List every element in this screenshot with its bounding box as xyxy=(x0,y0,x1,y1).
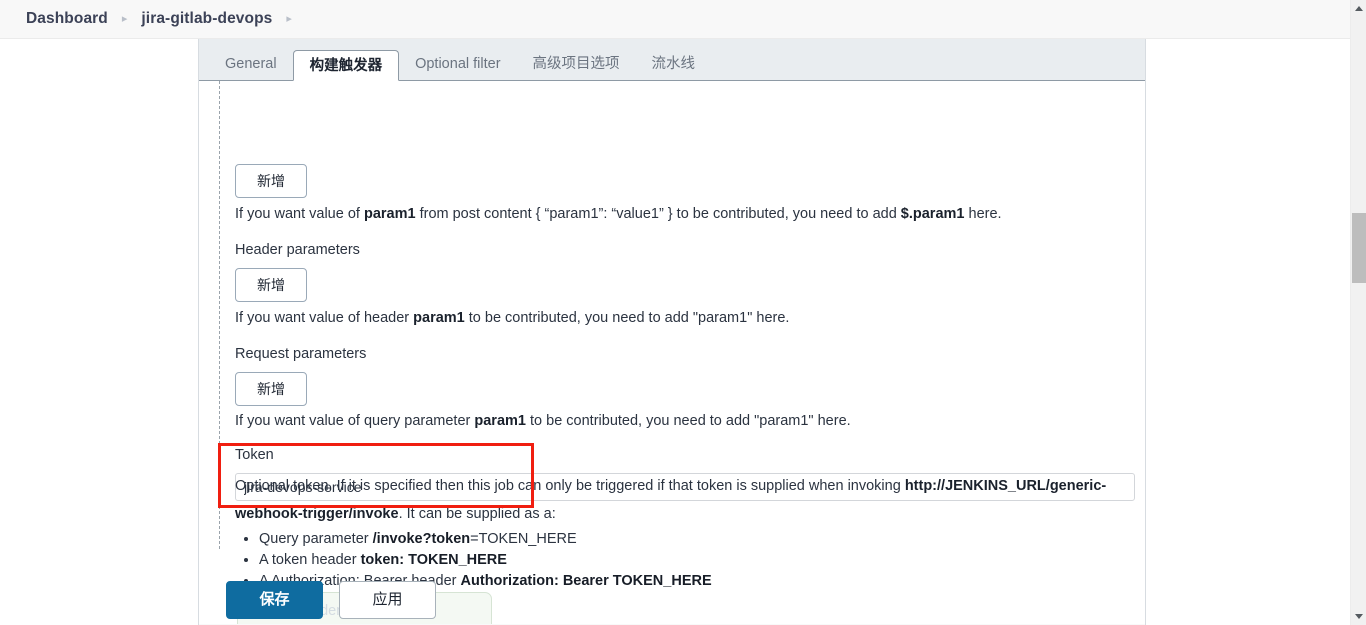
config-tab-bar: General 构建触发器 Optional filter 高级项目选项 流水线 xyxy=(199,39,1145,81)
request-hint-end: to be contributed, you need to add "para… xyxy=(525,413,851,429)
add-post-content-parameter-button[interactable]: 新增 xyxy=(235,164,307,198)
hint-param-bold: param1 xyxy=(363,206,416,222)
request-hint-bold: param1 xyxy=(474,413,526,429)
header-parameters-label: Header parameters xyxy=(235,242,360,258)
tab-build-triggers[interactable]: 构建触发器 xyxy=(292,50,400,81)
token-description-line2: webhook-trigger/invoke. It can be suppli… xyxy=(235,504,1145,525)
request-parameters-add-row: 新增 xyxy=(235,372,307,406)
bullet-1-post: =TOKEN_HERE xyxy=(470,531,577,547)
header-hint-pre: If you want value of header xyxy=(235,310,414,326)
form-action-bar: 保存 应用 xyxy=(199,567,1145,624)
token-desc-url-part2: webhook-trigger/invoke xyxy=(235,506,399,523)
page-root: Dashboard ▸ jira-gitlab-devops ▸ General… xyxy=(0,0,1366,625)
job-configuration-card: General 构建触发器 Optional filter 高级项目选项 流水线… xyxy=(198,39,1146,625)
tab-pipeline[interactable]: 流水线 xyxy=(636,49,712,80)
token-description: Optional token. If it is specified then … xyxy=(235,476,1145,532)
request-parameters-label-row: Request parameters xyxy=(235,345,366,363)
add-header-parameter-button[interactable]: 新增 xyxy=(235,268,307,302)
hint-mid-text: from post content { “param1”: “value1” }… xyxy=(415,206,901,222)
request-parameters-hint: If you want value of query parameter par… xyxy=(235,411,851,432)
header-parameters-hint: If you want value of header param1 to be… xyxy=(235,308,789,329)
token-desc-end: . It can be supplied as a: xyxy=(398,506,556,523)
token-desc-url-part1: http://JENKINS_URL/generic- xyxy=(904,478,1107,494)
scroll-up-arrow-icon[interactable] xyxy=(1355,6,1363,11)
list-item: Query parameter /invoke?token=TOKEN_HERE xyxy=(259,529,712,550)
token-description-line1: Optional token. If it is specified then … xyxy=(235,476,1145,497)
scrollbar-thumb[interactable] xyxy=(1352,213,1366,283)
section-guide-line xyxy=(219,81,220,549)
tab-general[interactable]: General xyxy=(209,49,293,80)
apply-button[interactable]: 应用 xyxy=(339,581,436,619)
post-content-hint: If you want value of param1 from post co… xyxy=(235,204,1002,225)
tab-advanced-project-options[interactable]: 高级项目选项 xyxy=(517,49,636,80)
bullet-1-bold: /invoke?token xyxy=(372,531,471,547)
header-hint-end: to be contributed, you need to add "para… xyxy=(464,310,790,326)
header-hint-text: If you want value of header param1 to be… xyxy=(235,308,789,329)
chevron-right-icon-2: ▸ xyxy=(286,12,292,25)
request-parameters-label: Request parameters xyxy=(235,346,367,362)
request-hint-text: If you want value of query parameter par… xyxy=(235,411,851,432)
token-desc-pre: Optional token. If it is specified then … xyxy=(235,478,905,494)
scroll-down-arrow-icon[interactable] xyxy=(1355,614,1363,619)
post-content-add-row: 新增 xyxy=(235,164,307,198)
bullet-2-pre: A token header xyxy=(259,552,361,568)
request-hint-pre: If you want value of query parameter xyxy=(235,413,475,429)
save-button[interactable]: 保存 xyxy=(226,581,323,619)
token-label: Token xyxy=(235,447,274,463)
header-parameters-add-row: 新增 xyxy=(235,268,307,302)
breadcrumb-item-dashboard[interactable]: Dashboard xyxy=(26,10,108,28)
header-hint-bold: param1 xyxy=(413,310,465,326)
config-form-body: 新增 If you want value of param1 from post… xyxy=(199,81,1145,624)
post-content-hint-text: If you want value of param1 from post co… xyxy=(235,204,1002,225)
hint-end-text: here. xyxy=(964,206,1002,222)
breadcrumb-item-job[interactable]: jira-gitlab-devops xyxy=(141,10,272,28)
chevron-right-icon-1: ▸ xyxy=(121,12,128,25)
page-right-background xyxy=(1147,39,1350,625)
bullet-2-bold: token: TOKEN_HERE xyxy=(360,552,507,568)
breadcrumb-bar: Dashboard ▸ jira-gitlab-devops ▸ xyxy=(0,0,1350,39)
header-parameters-label-row: Header parameters xyxy=(235,241,360,259)
tab-optional-filter[interactable]: Optional filter xyxy=(399,49,516,80)
add-request-parameter-button[interactable]: 新增 xyxy=(235,372,307,406)
hint-pre-text: If you want value of xyxy=(235,206,364,222)
page-scrollbar[interactable] xyxy=(1350,0,1366,625)
bullet-1-pre: Query parameter xyxy=(259,531,373,547)
hint-jsonpath-bold: $.param1 xyxy=(900,206,965,222)
